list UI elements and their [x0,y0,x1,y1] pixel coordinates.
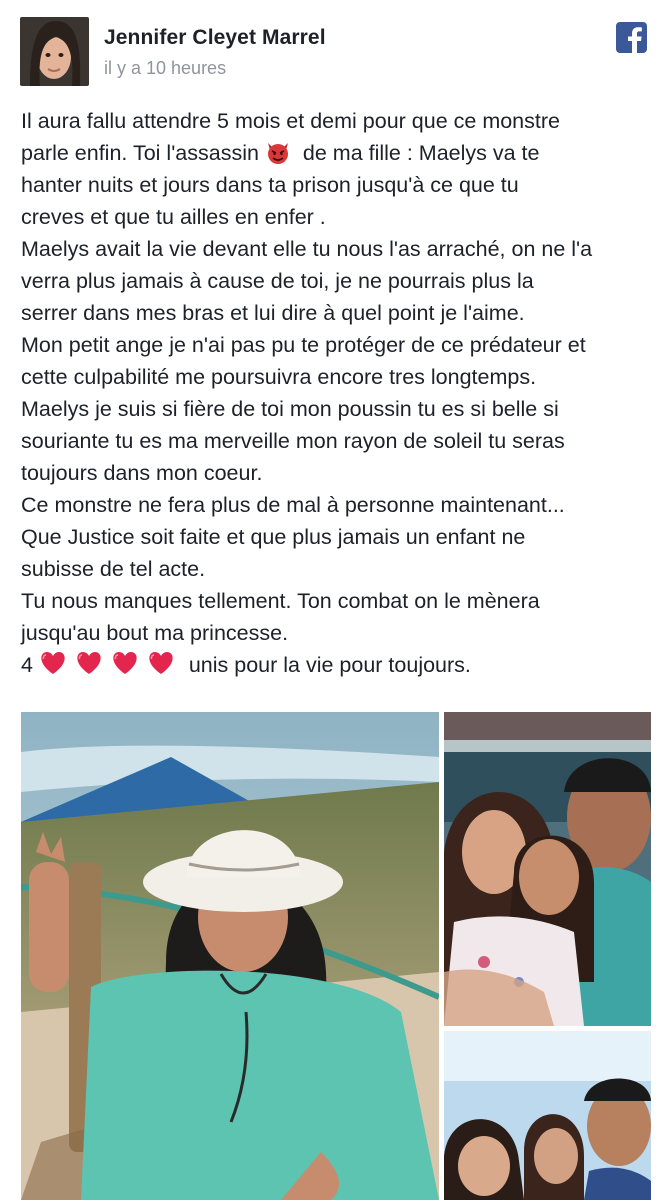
post-text-segment: Que Justice soit faite et que plus jamai… [21,525,526,549]
post-text-segment: Maelys avait la vie devant elle tu nous … [21,237,593,261]
post-text-segment: verra plus jamais à cause de toi, je ne … [21,269,534,293]
post-text-line: cette culpabilité me poursuivra encore t… [21,361,661,393]
post-text-segment: Mon petit ange je n'ai pas pu te protége… [21,333,586,357]
post-text-segment: souriante tu es ma merveille mon rayon d… [21,429,565,453]
post-text-segment: unis pour la vie pour toujours. [182,653,471,677]
photo-family-selfie-sky[interactable] [444,1031,651,1200]
post-text-segment: jusqu'au bout ma princesse. [21,621,289,645]
post-text-line: Mon petit ange je n'ai pas pu te protége… [21,329,661,361]
post-text-line: jusqu'au bout ma princesse. [21,617,661,649]
post-text-segment: subisse de tel acte. [21,557,206,581]
post-text-line: Tu nous manques tellement. Ton combat on… [21,585,661,617]
photo-grid [0,712,672,1200]
post-text-line: serrer dans mes bras et lui dire à quel … [21,297,661,329]
post-text-segment: creves et que tu ailles en enfer . [21,205,326,229]
post-text-line: parle enfin. Toi l'assassin de ma fille … [21,137,661,169]
photo-family-on-boat[interactable] [444,712,651,1026]
photo-girl-in-hat-at-beach[interactable] [21,712,439,1200]
facebook-logo-icon [616,22,647,53]
red-heart-emoji [111,652,147,677]
post-text-line: Il aura fallu attendre 5 mois et demi po… [21,105,661,137]
smiling-devil-emoji [259,141,297,165]
post-text-segment: toujours dans mon coeur. [21,461,263,485]
post-text-segment: Ce monstre ne fera plus de mal à personn… [21,493,565,517]
avatar[interactable] [20,17,89,86]
post-text-line: toujours dans mon coeur. [21,457,661,489]
post-text-line: hanter nuits et jours dans ta prison jus… [21,169,661,201]
author-name[interactable]: Jennifer Cleyet Marrel [104,26,326,50]
post-text-line: Maelys avait la vie devant elle tu nous … [21,233,661,265]
post-text-segment: de ma fille : Maelys va te [296,141,540,165]
post-text-line: Maelys je suis si fière de toi mon pouss… [21,393,661,425]
post-text-line: Ce monstre ne fera plus de mal à personn… [21,489,661,521]
post-text-segment: Tu nous manques tellement. Ton combat on… [21,589,540,613]
post-text-segment: Il aura fallu attendre 5 mois et demi po… [21,109,560,133]
post-text-line: souriante tu es ma merveille mon rayon d… [21,425,661,457]
red-heart-emoji [147,652,183,677]
red-heart-emoji [39,652,75,677]
post-text-segment: parle enfin. Toi l'assassin [21,141,259,165]
post-text-line: 4 unis pour la vie pour toujours. [21,649,661,681]
post-text-line: subisse de tel acte. [21,553,661,585]
post-header: Jennifer Cleyet Marrel il y a 10 heures [0,0,672,100]
red-heart-emoji [75,652,111,677]
post-text-line: Que Justice soit faite et que plus jamai… [21,521,661,553]
post-timestamp[interactable]: il y a 10 heures [104,58,226,79]
post-text: Il aura fallu attendre 5 mois et demi po… [21,105,661,681]
post-text-line: creves et que tu ailles en enfer . [21,201,661,233]
post-text-segment: Maelys je suis si fière de toi mon pouss… [21,397,559,421]
post-text-segment: 4 [21,653,39,677]
post-text-segment: hanter nuits et jours dans ta prison jus… [21,173,519,197]
post-text-line: verra plus jamais à cause de toi, je ne … [21,265,661,297]
post-text-segment: cette culpabilité me poursuivra encore t… [21,365,537,389]
post-text-segment: serrer dans mes bras et lui dire à quel … [21,301,525,325]
